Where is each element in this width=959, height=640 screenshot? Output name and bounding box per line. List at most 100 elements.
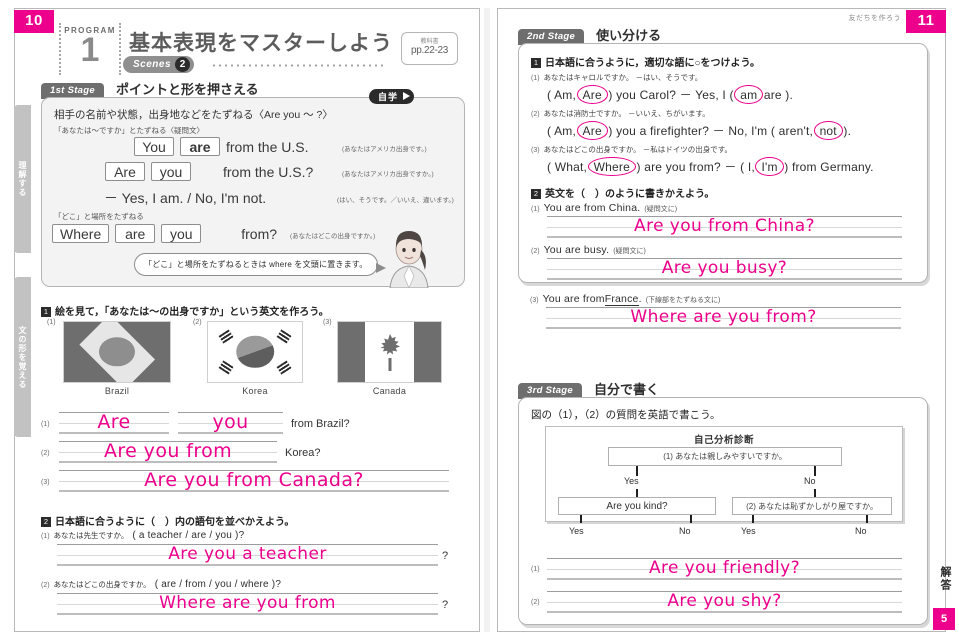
flowchart-connector: [636, 466, 638, 476]
exercise-prompt: 英文を（ ）のように書きかえよう。: [545, 189, 715, 200]
r-rewrite-1-source: (1) You are from China. (疑問文に): [531, 202, 677, 214]
grammar-chip: you: [151, 162, 191, 181]
answer-key-tab[interactable]: 解答: [937, 566, 953, 592]
page-gutter: [484, 8, 490, 632]
answer-line[interactable]: Are you busy?: [547, 258, 902, 280]
source-sentence-pre: You are from: [542, 293, 605, 305]
grammar-answer-line: － Yes, I am. / No, I'm not.: [104, 190, 267, 206]
answer-index: (2): [531, 599, 540, 606]
exercise-prompt: 日本語に合うように，適切な語に○をつけよう。: [545, 58, 760, 69]
page-number-right: 11: [906, 10, 946, 33]
flowchart-branch-no: No: [804, 476, 816, 486]
r-item-2-jp: (2) あなたは消防士ですか。 －いいえ、ちがいます。: [531, 108, 710, 119]
circled-answer[interactable]: not: [813, 121, 844, 140]
flowchart-left-box: Are you kind?: [558, 497, 716, 515]
circled-answer[interactable]: am: [734, 85, 764, 104]
grammar-row-1: You are from the U.S.: [134, 137, 308, 156]
answer-line[interactable]: Where are you from?: [546, 307, 901, 329]
r-item-1-jp: (1) あなたはキャロルですか。 －はい、そうです。: [531, 72, 702, 83]
scenes-number: 2: [175, 57, 191, 72]
r-rewrite-3-source: (3) You are from France . (下線部をたずねる文に): [530, 293, 720, 306]
self-analysis-flowchart: 自己分析診断 (1) あなたは親しみやすいですか。 Yes No Are you…: [545, 426, 903, 523]
exercise-2-heading: 2 日本語に合うように（ ）内の語句を並べかえよう。: [41, 512, 294, 530]
grammar-chip: are: [180, 137, 220, 156]
answer-index: (3): [41, 479, 50, 486]
grammar-row-tail: from the U.S.: [226, 138, 309, 155]
answer-line[interactable]: Are: [59, 411, 169, 434]
handwritten-answer: Where are you from: [159, 592, 336, 613]
sentence-part: ) from Germany.: [780, 160, 874, 174]
answer-line[interactable]: Are you shy?: [547, 591, 902, 613]
stage1-header: 1st Stage ポイントと形を押さえる: [41, 79, 259, 99]
exercise-prompt: 日本語に合うように（ ）内の語句を並べかえよう。: [55, 517, 295, 528]
program-block: PROGRAM 1: [59, 23, 121, 75]
handwritten-answer: Are you busy?: [661, 257, 788, 278]
answer-line[interactable]: Are you a teacher: [57, 544, 438, 566]
answer-line[interactable]: Where are you from: [57, 593, 438, 615]
handwritten-answer: Are you from China?: [634, 215, 815, 236]
r-rewrite-2-source: (2) You are busy. (疑問文に): [531, 244, 646, 256]
circled-answer[interactable]: I'm: [755, 157, 784, 176]
dotted-leader: [211, 64, 386, 67]
stage3-title: 自分で書く: [594, 382, 660, 397]
exercise-2-item-2-prompt: (2) あなたはどこの出身ですか。 ( are / from / you / w…: [41, 579, 281, 590]
circled-answer[interactable]: Are: [576, 121, 609, 140]
item-index: (1): [531, 75, 540, 82]
r-item-2-sentence[interactable]: ( Am, Are ) you a firefighter? － No, I'm…: [547, 121, 851, 140]
flowchart-title: 自己分析診断: [693, 435, 754, 446]
sentence-part: ( What,: [547, 160, 591, 174]
flag-caption: Canada: [372, 386, 407, 396]
flowchart-leaf-label: Yes: [569, 526, 584, 536]
answer-line[interactable]: Are you friendly?: [547, 558, 902, 580]
scenes-badge: Scenes 2: [123, 56, 195, 73]
side-tab-understand[interactable]: 理解する: [14, 105, 31, 253]
textbook-pages: pp.22-23: [410, 45, 449, 56]
exercise-prompt: 絵を見て，「あなたは～の出身ですか」という英文を作ろう。: [55, 307, 329, 318]
flowchart-connector: [866, 515, 868, 523]
item-japanese: あなたは先生ですか。: [53, 531, 129, 540]
handwritten-answer: Are you from Canada?: [144, 468, 364, 491]
answer-tail: ?: [442, 550, 449, 562]
flowchart-connector: [580, 515, 582, 523]
grammar-note: (はい、そうです。／いいえ、違います。): [337, 197, 454, 204]
circled-answer[interactable]: Are: [576, 85, 609, 104]
item-choices: ( a teacher / are / you )?: [132, 530, 245, 541]
side-tab-memorize-forms[interactable]: 文の形を覚える: [14, 277, 31, 437]
answer-line[interactable]: you: [178, 410, 283, 434]
grammar-note: (あなたはアメリカ出身です。): [342, 146, 427, 153]
flowchart-connector: [690, 515, 692, 523]
exercise-number: 1: [41, 306, 51, 317]
answer-line[interactable]: Are you from Canada?: [59, 468, 449, 492]
circled-answer[interactable]: Where: [587, 157, 637, 176]
flowchart-connector: [814, 466, 816, 476]
flag-index: (1): [47, 319, 56, 326]
textbook-reference: 教科書 pp.22-23: [401, 32, 458, 65]
answer-line[interactable]: Are you from China?: [547, 216, 902, 238]
item-index: (1): [531, 206, 540, 213]
answer-index: (1): [531, 566, 540, 573]
sentence-part: ) are you from? － ( I,: [632, 160, 759, 174]
source-sentence-underlined: France: [604, 293, 639, 306]
self-study-badge[interactable]: 自学: [369, 89, 415, 104]
source-sentence: You are busy.: [543, 244, 610, 256]
answer-key-number: 5: [933, 608, 955, 630]
answer-line[interactable]: Are you from: [59, 440, 277, 463]
handwritten-answer: you: [212, 410, 249, 433]
flag-card-brazil: (1) Brazil: [47, 319, 171, 396]
item-index: (2): [531, 111, 540, 118]
canada-flag-icon: [337, 321, 442, 383]
flowchart-leaf-label: No: [679, 526, 691, 536]
r-item-3-sentence[interactable]: ( What, Where ) are you from? － ( I, I'm…: [547, 157, 874, 176]
flag-card-korea: (2) Korea: [193, 319, 303, 396]
exercise-2-item-1-prompt: (1) あなたは先生ですか。 ( a teacher / are / you )…: [41, 530, 244, 541]
grammar-heading: 相手の名前や状態，出身地などをたずねる〈Are you ～ ?〉: [54, 109, 333, 121]
grammar-chip: you: [161, 224, 202, 243]
flowchart-connector: [752, 515, 754, 523]
sentence-part: ( Am,: [547, 88, 580, 102]
r-item-1-sentence[interactable]: ( Am, Are ) you Carol? － Yes, I ( am are…: [547, 85, 793, 104]
stage3-header: 3rd Stage 自分で書く: [518, 379, 659, 399]
flag-caption: Brazil: [104, 386, 130, 396]
item-japanese: あなたはキャロルですか。 －はい、そうです。: [543, 73, 703, 82]
exercise-number: 2: [531, 188, 541, 199]
flag-caption: Korea: [242, 386, 268, 396]
